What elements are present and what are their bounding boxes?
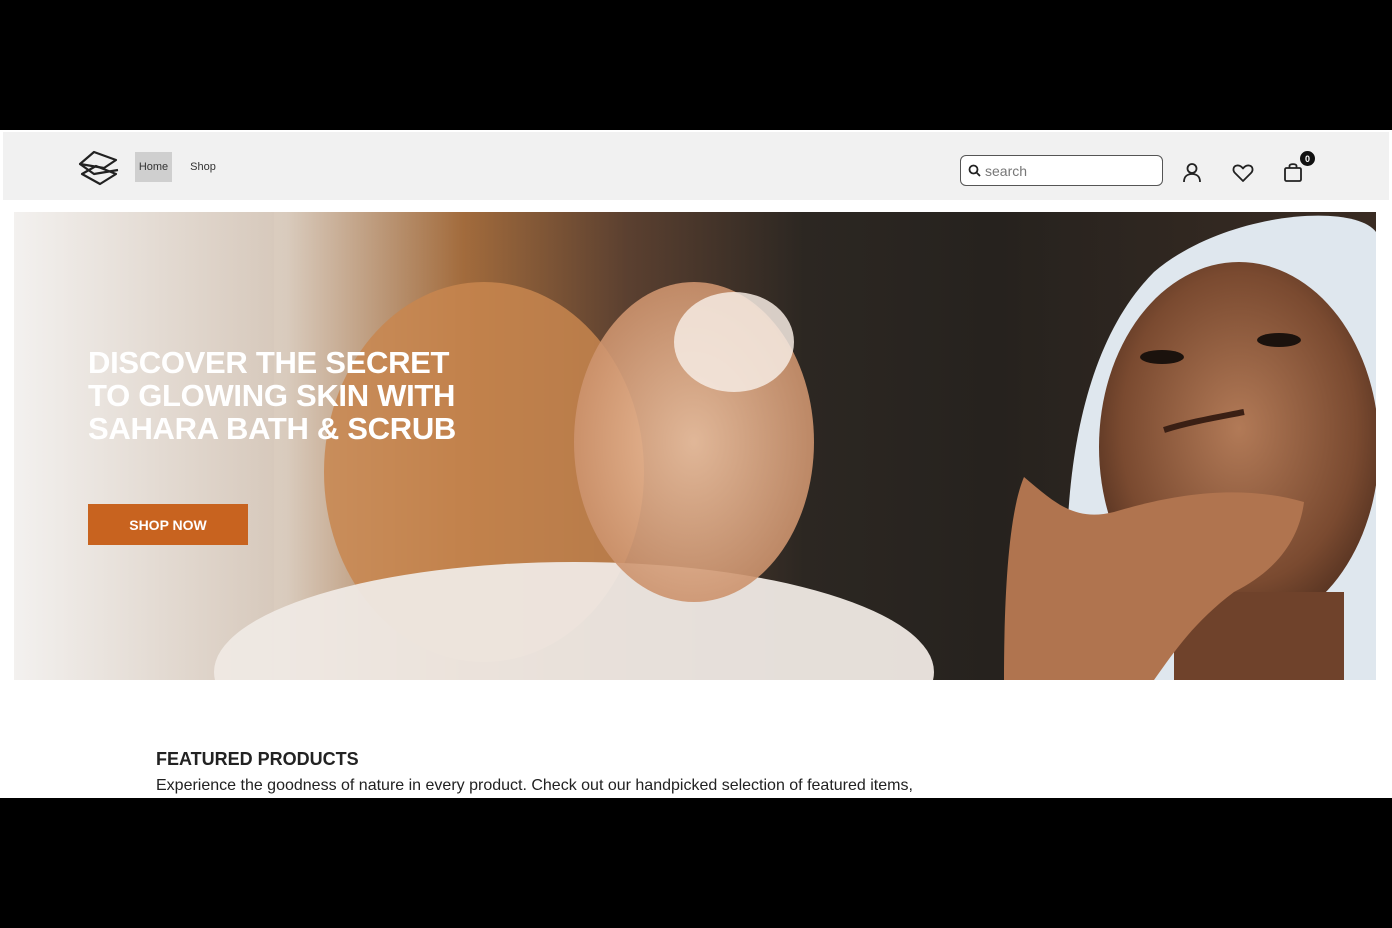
page: Home Shop 0 [0,130,1392,798]
letterbox-top [0,0,1392,130]
hero-title: DISCOVER THE SECRET TO GLOWING SKIN WITH… [88,345,457,446]
brand-logo-icon[interactable] [76,148,122,188]
letterbox-bottom [0,798,1392,928]
nav-home[interactable]: Home [135,152,172,182]
heart-icon[interactable] [1231,161,1255,185]
user-icon[interactable] [1180,161,1204,185]
search-icon [968,164,981,177]
cart-count-badge: 0 [1300,151,1315,166]
hero-image [14,212,1376,680]
nav-shop[interactable]: Shop [187,152,219,182]
featured-products-title: FEATURED PRODUCTS [156,749,359,769]
search-box[interactable] [960,155,1163,186]
search-input[interactable] [985,160,1155,182]
site-header: Home Shop 0 [3,132,1389,200]
featured-products-description: Experience the goodness of nature in eve… [156,777,913,794]
hero-banner: DISCOVER THE SECRET TO GLOWING SKIN WITH… [14,212,1376,680]
shop-now-button[interactable]: SHOP NOW [88,504,248,545]
